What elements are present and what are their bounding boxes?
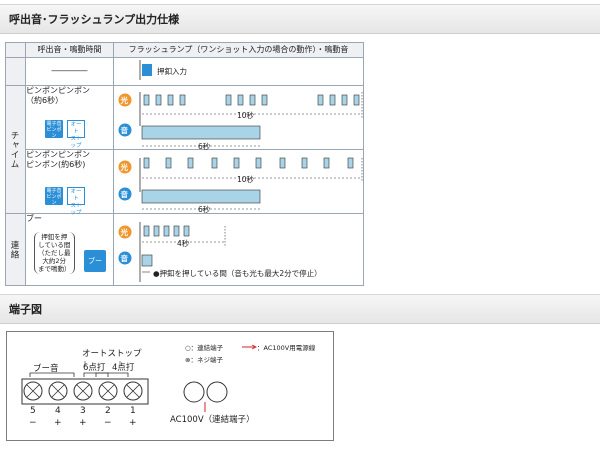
terminal-number: 3 (80, 406, 86, 416)
legend-connect: ○：連結端子 (185, 343, 224, 352)
terminal-polarity: + (79, 418, 87, 428)
terminal-6pt-label: 6点打 (83, 362, 106, 373)
terminal-number: 4 (55, 406, 61, 416)
terminal-number: 2 (105, 406, 111, 416)
terminal-polarity: + (54, 418, 62, 428)
terminal-number: 5 (30, 406, 36, 416)
terminal-polarity: − (104, 418, 112, 428)
legend-power: ：AC100V用電源線 (257, 343, 316, 352)
terminal-autostop-label: オートストップ (82, 349, 142, 359)
terminal-4pt-label: 4点打 (112, 362, 135, 373)
terminal-polarity: − (29, 418, 37, 428)
ac-connector-right (206, 381, 228, 403)
terminal-number: 1 (130, 406, 136, 416)
terminal-diagram: ブー音 オートストップ 6点打 4点打 5 − 4 +3 +2 − 1 + AC100V（連結… (21, 343, 316, 428)
terminal-polarity: + (129, 418, 137, 428)
ac-connector-left (183, 381, 205, 403)
bracket-4pt (95, 372, 129, 377)
legend-screw: ⊗：ネジ端子 (185, 355, 223, 364)
ac-label: AC100V（連結端子） (170, 414, 255, 425)
terminal-boo-label: ブー音 (33, 363, 59, 374)
